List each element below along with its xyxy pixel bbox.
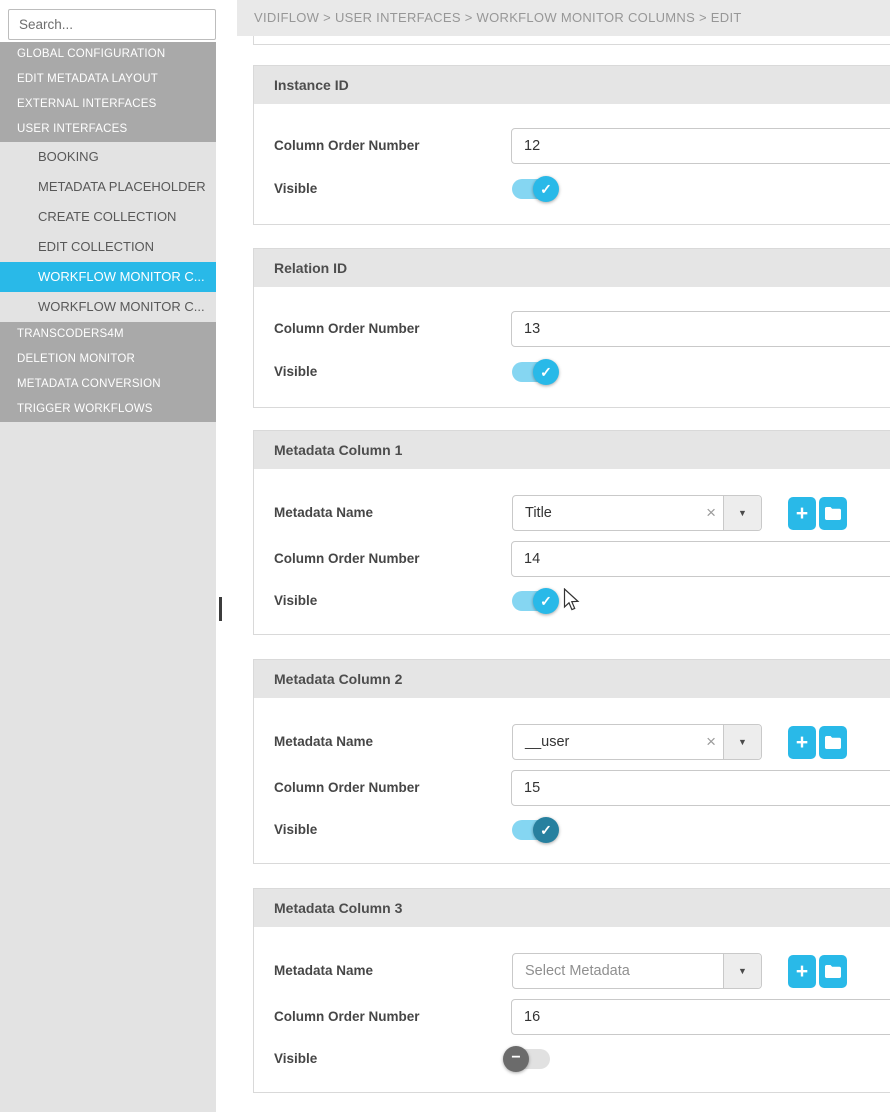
visible-toggle[interactable]: ✓ bbox=[512, 591, 550, 611]
panel-title: Metadata Column 3 bbox=[254, 889, 890, 927]
combobox-placeholder: Select Metadata bbox=[525, 954, 630, 988]
panel-title: Instance ID bbox=[254, 66, 890, 104]
breadcrumb: VIDIFLOW > USER INTERFACES > WORKFLOW MO… bbox=[237, 0, 890, 36]
visible-toggle[interactable]: ✓ bbox=[512, 362, 550, 382]
clear-icon[interactable]: × bbox=[706, 725, 716, 759]
check-icon: ✓ bbox=[533, 176, 559, 202]
search-input[interactable] bbox=[8, 9, 216, 40]
plus-icon: + bbox=[796, 503, 808, 524]
column-order-number-label: Column Order Number bbox=[274, 779, 420, 797]
column-order-number-input[interactable] bbox=[511, 770, 890, 806]
check-icon: ✓ bbox=[533, 588, 559, 614]
plus-icon: + bbox=[796, 732, 808, 753]
sidebar-item-trigger-workflows[interactable]: TRIGGER WORKFLOWS bbox=[0, 397, 216, 422]
sidebar-item-workflow-monitor-columns[interactable]: WORKFLOW MONITOR C... bbox=[0, 262, 216, 292]
add-metadata-button[interactable]: + bbox=[788, 726, 816, 759]
metadata-name-label: Metadata Name bbox=[274, 504, 373, 522]
column-order-number-input[interactable] bbox=[511, 999, 890, 1035]
visible-label: Visible bbox=[274, 1050, 317, 1068]
visible-label: Visible bbox=[274, 592, 317, 610]
metadata-name-combobox[interactable]: __user × ▼ bbox=[512, 724, 762, 760]
plus-icon: + bbox=[796, 961, 808, 982]
sidebar-item-metadata-conversion[interactable]: METADATA CONVERSION bbox=[0, 372, 216, 397]
metadata-name-label: Metadata Name bbox=[274, 962, 373, 980]
browse-metadata-button[interactable] bbox=[819, 955, 847, 988]
sidebar-item-global-configuration[interactable]: GLOBAL CONFIGURATION bbox=[0, 42, 216, 67]
check-icon: ✓ bbox=[533, 359, 559, 385]
sidebar-item-metadata-placeholder[interactable]: METADATA PLACEHOLDER bbox=[0, 172, 216, 202]
folder-icon bbox=[825, 965, 841, 978]
panel-metadata-column-3: Metadata Column 3 Metadata Name Select M… bbox=[253, 888, 890, 1093]
visible-label: Visible bbox=[274, 821, 317, 839]
panel-title: Relation ID bbox=[254, 249, 890, 287]
sidebar-item-create-collection[interactable]: CREATE COLLECTION bbox=[0, 202, 216, 232]
visible-label: Visible bbox=[274, 363, 317, 381]
column-order-number-label: Column Order Number bbox=[274, 550, 420, 568]
combobox-value: Title bbox=[525, 496, 552, 530]
clear-icon[interactable]: × bbox=[706, 496, 716, 530]
panel-instance-id: Instance ID Column Order Number Visible … bbox=[253, 65, 890, 225]
sidebar-item-booking[interactable]: BOOKING bbox=[0, 142, 216, 172]
sidebar-item-workflow-monitor-columns-2[interactable]: WORKFLOW MONITOR C... bbox=[0, 292, 216, 322]
column-order-number-input[interactable] bbox=[511, 128, 890, 164]
column-order-number-label: Column Order Number bbox=[274, 137, 420, 155]
partial-card-bottom bbox=[253, 36, 890, 45]
panel-title: Metadata Column 1 bbox=[254, 431, 890, 469]
check-icon: ✓ bbox=[533, 817, 559, 843]
sidebar-item-user-interfaces[interactable]: USER INTERFACES bbox=[0, 117, 216, 142]
mouse-cursor-icon bbox=[563, 588, 580, 617]
column-order-number-input[interactable] bbox=[511, 541, 890, 577]
minus-icon: − bbox=[503, 1046, 529, 1072]
visible-label: Visible bbox=[274, 180, 317, 198]
visible-toggle[interactable]: ✓ bbox=[512, 179, 550, 199]
browse-metadata-button[interactable] bbox=[819, 726, 847, 759]
sidebar-item-transcoders4m[interactable]: TRANSCODERS4M bbox=[0, 322, 216, 347]
sidebar: GLOBAL CONFIGURATION EDIT METADATA LAYOU… bbox=[0, 0, 216, 1112]
column-order-number-label: Column Order Number bbox=[274, 320, 420, 338]
folder-icon bbox=[825, 507, 841, 520]
add-metadata-button[interactable]: + bbox=[788, 955, 816, 988]
visible-toggle[interactable]: ✓ bbox=[512, 820, 550, 840]
combobox-value: __user bbox=[525, 725, 569, 759]
sidebar-item-edit-collection[interactable]: EDIT COLLECTION bbox=[0, 232, 216, 262]
sidebar-background bbox=[0, 422, 216, 1112]
metadata-name-combobox[interactable]: Select Metadata ▼ bbox=[512, 953, 762, 989]
column-order-number-label: Column Order Number bbox=[274, 1008, 420, 1026]
sidebar-item-deletion-monitor[interactable]: DELETION MONITOR bbox=[0, 347, 216, 372]
folder-icon bbox=[825, 736, 841, 749]
panel-title: Metadata Column 2 bbox=[254, 660, 890, 698]
dropdown-arrow-icon[interactable]: ▼ bbox=[723, 954, 761, 988]
column-order-number-input[interactable] bbox=[511, 311, 890, 347]
dropdown-arrow-icon[interactable]: ▼ bbox=[723, 725, 761, 759]
visible-toggle[interactable]: − bbox=[512, 1049, 550, 1069]
metadata-name-label: Metadata Name bbox=[274, 733, 373, 751]
sidebar-item-external-interfaces[interactable]: EXTERNAL INTERFACES bbox=[0, 92, 216, 117]
panel-metadata-column-2: Metadata Column 2 Metadata Name __user ×… bbox=[253, 659, 890, 864]
dropdown-arrow-icon[interactable]: ▼ bbox=[723, 496, 761, 530]
browse-metadata-button[interactable] bbox=[819, 497, 847, 530]
add-metadata-button[interactable]: + bbox=[788, 497, 816, 530]
search-container bbox=[0, 0, 216, 42]
metadata-name-combobox[interactable]: Title × ▼ bbox=[512, 495, 762, 531]
panel-relation-id: Relation ID Column Order Number Visible … bbox=[253, 248, 890, 408]
sidebar-item-edit-metadata-layout[interactable]: EDIT METADATA LAYOUT bbox=[0, 67, 216, 92]
scrollbar-thumb[interactable] bbox=[219, 597, 222, 621]
